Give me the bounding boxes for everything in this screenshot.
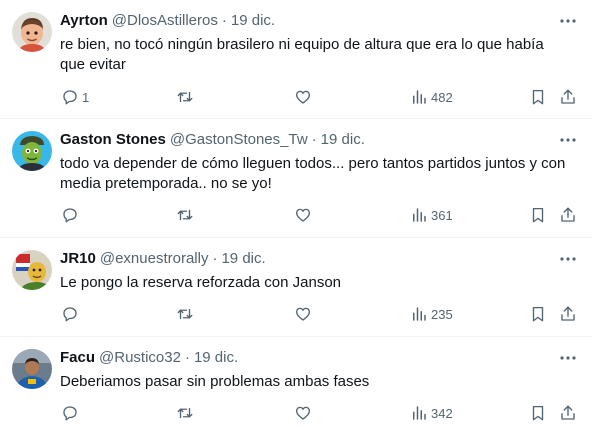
reply-icon [63, 90, 77, 105]
share-button[interactable] [559, 87, 577, 107]
heart-icon [295, 208, 311, 222]
separator-dot: · [212, 250, 218, 267]
bookmark-button[interactable] [529, 304, 547, 324]
tweet-text: todo va depender de cómo lleguen todos..… [60, 155, 566, 192]
avatar[interactable] [12, 250, 52, 290]
bookmark-button[interactable] [529, 205, 547, 225]
tweet-date[interactable]: 19 dic. [221, 249, 265, 269]
tweet-date[interactable]: 19 dic. [194, 348, 238, 368]
like-button[interactable] [294, 403, 312, 423]
view-count: 361 [431, 207, 453, 223]
reply-button[interactable]: 1 [61, 87, 89, 107]
more-options-button[interactable] [558, 132, 578, 148]
separator-dot: · [311, 131, 317, 148]
author-name[interactable]: JR10 [60, 249, 96, 269]
tweet-date[interactable]: 19 dic. [231, 11, 275, 31]
tweet-actions: 361 [0, 205, 592, 225]
author-name[interactable]: Facu [60, 348, 95, 368]
tweet[interactable]: Ayrton @DlosAstilleros · 19 dic. re bien… [0, 0, 592, 118]
bookmark-icon [532, 306, 544, 322]
photo-avatar-icon [12, 349, 52, 389]
tweet[interactable]: Gaston Stones @GastonStones_Tw · 19 dic.… [0, 119, 592, 237]
share-button[interactable] [559, 304, 577, 324]
tweet-date[interactable]: 19 dic. [321, 130, 365, 150]
bookmark-icon [532, 207, 544, 223]
share-icon [561, 405, 575, 420]
view-count: 482 [431, 89, 453, 105]
tweet-text: re bien, no tocó ningún brasilero ni equ… [60, 36, 544, 73]
memoji-icon [12, 12, 52, 52]
retweet-icon [177, 308, 193, 320]
share-button[interactable] [559, 403, 577, 423]
views-bar-chart-icon [413, 406, 426, 420]
separator-dot: · [221, 12, 227, 29]
heart-icon [295, 307, 311, 321]
author-handle[interactable]: @Rustico32 [99, 348, 181, 368]
tweet-actions: 1 482 [0, 87, 592, 107]
bookmark-icon [532, 89, 544, 105]
tweet-text: Le pongo la reserva reforzada con Janson [60, 274, 342, 291]
author-name[interactable]: Gaston Stones [60, 130, 166, 150]
retweet-icon [177, 209, 193, 221]
retweet-icon [177, 407, 193, 419]
tweet-actions: 342 [0, 403, 592, 423]
separator-dot: · [184, 349, 190, 366]
views-button[interactable]: 235 [410, 304, 453, 324]
tweet[interactable]: JR10 @exnuestrorally · 19 dic. Le pongo … [0, 238, 592, 336]
like-button[interactable] [294, 304, 312, 324]
avatar[interactable] [12, 131, 52, 171]
flag-character-icon [12, 250, 52, 290]
reply-icon [63, 307, 77, 322]
heart-icon [295, 406, 311, 420]
reply-icon [63, 406, 77, 421]
author-handle[interactable]: @exnuestrorally [100, 249, 209, 269]
bookmark-button[interactable] [529, 403, 547, 423]
like-button[interactable] [294, 87, 312, 107]
view-count: 235 [431, 306, 453, 322]
reply-icon [63, 208, 77, 223]
author-name[interactable]: Ayrton [60, 11, 108, 31]
view-count: 342 [431, 405, 453, 421]
tweet-text: Deberiamos pasar sin problemas ambas fas… [60, 373, 370, 390]
more-dots-icon [560, 19, 576, 23]
like-button[interactable] [294, 205, 312, 225]
reply-button[interactable] [61, 205, 82, 225]
retweet-button[interactable] [176, 205, 194, 225]
heart-icon [295, 90, 311, 104]
views-button[interactable]: 342 [410, 403, 453, 423]
views-bar-chart-icon [413, 208, 426, 222]
more-dots-icon [560, 257, 576, 261]
retweet-button[interactable] [176, 403, 194, 423]
tweet-actions: 235 [0, 304, 592, 324]
more-dots-icon [560, 356, 576, 360]
more-dots-icon [560, 138, 576, 142]
reply-button[interactable] [61, 304, 82, 324]
reply-button[interactable] [61, 403, 82, 423]
author-handle[interactable]: @DlosAstilleros [112, 11, 218, 31]
share-icon [561, 306, 575, 321]
share-icon [561, 89, 575, 104]
more-options-button[interactable] [558, 350, 578, 366]
share-button[interactable] [559, 205, 577, 225]
views-bar-chart-icon [413, 307, 426, 321]
retweet-icon [177, 91, 193, 103]
views-button[interactable]: 361 [410, 205, 453, 225]
views-bar-chart-icon [413, 90, 426, 104]
bookmark-button[interactable] [529, 87, 547, 107]
share-icon [561, 207, 575, 222]
retweet-button[interactable] [176, 87, 194, 107]
author-handle[interactable]: @GastonStones_Tw [170, 130, 308, 150]
bookmark-icon [532, 405, 544, 421]
avatar[interactable] [12, 12, 52, 52]
tweet[interactable]: Facu @Rustico32 · 19 dic. Deberiamos pas… [0, 337, 592, 434]
more-options-button[interactable] [558, 251, 578, 267]
cartoon-character-icon [12, 131, 52, 171]
avatar[interactable] [12, 349, 52, 389]
reply-count: 1 [82, 89, 90, 105]
more-options-button[interactable] [558, 13, 578, 29]
views-button[interactable]: 482 [410, 87, 453, 107]
retweet-button[interactable] [176, 304, 194, 324]
